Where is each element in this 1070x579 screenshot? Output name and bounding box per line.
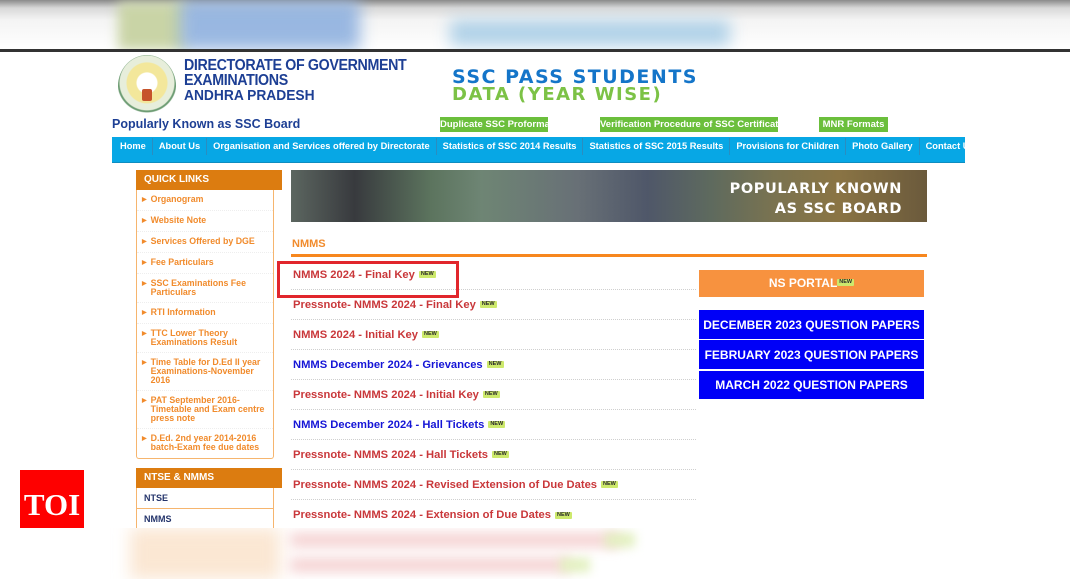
main-nav: Home About Us Organisation and Services …	[112, 137, 975, 163]
hero-banner: POPULARLY KNOWN AS SSC BOARD	[291, 170, 927, 222]
triangle-right-icon: ▶	[142, 260, 147, 266]
list-item: Pressnote- NMMS 2024 - Extension of Due …	[291, 500, 696, 530]
triangle-right-icon: ▶	[142, 310, 147, 316]
nmms-links-list: NMMS 2024 - Final Key NEW Pressnote- NMMS…	[291, 260, 696, 530]
quick-link-label: Website Note	[150, 215, 207, 225]
quick-link-label: Fee Particulars	[150, 257, 214, 267]
link-pressnote-hall-tickets[interactable]: Pressnote- NMMS 2024 - Hall Tickets	[293, 449, 488, 461]
nav-organisation-services[interactable]: Organisation and Services offered by Dir…	[207, 138, 437, 155]
link-pressnote-revised-extension[interactable]: Pressnote- NMMS 2024 - Revised Extension…	[293, 479, 597, 491]
quick-link-label: D.Ed. 2nd year 2014-2016 batch-Exam fee …	[150, 433, 260, 452]
quick-link-fee-particulars[interactable]: ▶ Fee Particulars	[137, 253, 273, 274]
triangle-right-icon: ▶	[142, 239, 147, 245]
quick-link-label: TTC Lower Theory Examinations Result	[150, 328, 238, 347]
hero-line2: AS SSC BOARD	[774, 201, 902, 217]
triangle-right-icon: ▶	[142, 436, 147, 442]
quick-link-label: Time Table for D.Ed II year Examinations…	[150, 357, 261, 385]
new-badge-icon: NEW	[479, 301, 497, 308]
link-nmms-grievances[interactable]: NMMS December 2024 - Grievances	[293, 359, 483, 371]
verification-procedure-button[interactable]: Verification Procedure of SSC Certificat…	[600, 117, 784, 132]
banner-line2: DATA (YEAR WISE)	[452, 84, 663, 105]
quick-link-label: RTI Information	[150, 307, 216, 317]
february-2023-question-papers-button[interactable]: FEBRUARY 2023 QUESTION PAPERS	[699, 340, 924, 369]
org-title-line1: DIRECTORATE OF GOVERNMENT	[184, 57, 407, 74]
triangle-right-icon: ▶	[142, 281, 147, 287]
list-item: Pressnote- NMMS 2024 - Hall Tickets NEW	[291, 440, 696, 470]
new-badge-icon: NEW	[488, 421, 506, 428]
ntse-nmms-title: NTSE & NMMS	[136, 468, 282, 488]
quick-link-label: PAT September 2016-Timetable and Exam ce…	[150, 395, 265, 423]
org-title: DIRECTORATE OF GOVERNMENT EXAMINATIONS A…	[184, 57, 407, 104]
quick-link-pat-2016[interactable]: ▶ PAT September 2016-Timetable and Exam c…	[137, 391, 273, 429]
new-badge-icon: NEW	[837, 279, 855, 286]
hero-line1: POPULARLY KNOWN	[729, 181, 902, 197]
government-emblem-logo	[118, 55, 176, 117]
nav-contact-us[interactable]: Contact Us	[920, 138, 981, 155]
quick-link-ded-timetable[interactable]: ▶ Time Table for D.Ed II year Examination…	[137, 353, 273, 391]
tagline: Popularly Known as SSC Board	[112, 117, 301, 131]
march-2022-question-papers-button[interactable]: MARCH 2022 QUESTION PAPERS	[699, 371, 924, 399]
mnr-formats-button[interactable]: MNR Formats	[819, 117, 888, 132]
nav-provisions-children[interactable]: Provisions for Children	[730, 138, 847, 155]
duplicate-ssc-proforma-button[interactable]: Duplicate SSC Proforma	[440, 117, 550, 132]
quick-links-list: ▶ Organogram ▶ Website Note ▶ Services Offe…	[136, 190, 274, 459]
blurred-bottom-strip	[0, 528, 1070, 579]
ssc-pass-students-banner[interactable]: SSC PASS STUDENTS DATA (YEAR WISE)	[452, 68, 698, 105]
link-pressnote-final-key[interactable]: Pressnote- NMMS 2024 - Final Key	[293, 299, 476, 311]
quick-link-organogram[interactable]: ▶ Organogram	[137, 190, 273, 211]
nav-statistics-2014[interactable]: Statistics of SSC 2014 Results	[437, 138, 584, 155]
section-divider	[291, 254, 927, 257]
triangle-right-icon: ▶	[142, 360, 147, 366]
triangle-right-icon: ▶	[142, 398, 147, 404]
hero-text: POPULARLY KNOWN AS SSC BOARD	[730, 179, 902, 219]
list-item: Pressnote- NMMS 2024 - Initial Key NEW	[291, 380, 696, 410]
new-badge-icon: NEW	[421, 331, 439, 338]
quick-link-rti[interactable]: ▶ RTI Information	[137, 303, 273, 324]
link-nmms-2024-initial-key[interactable]: NMMS 2024 - Initial Key	[293, 329, 418, 341]
ntse-nmms-list: NTSE NMMS	[136, 488, 274, 531]
list-item: NMMS 2024 - Initial Key NEW	[291, 320, 696, 350]
triangle-right-icon: ▶	[142, 218, 147, 224]
new-badge-icon: NEW	[486, 361, 504, 368]
new-badge-icon: NEW	[482, 391, 500, 398]
quick-link-label: SSC Examinations Fee Particulars	[150, 278, 246, 297]
highlight-box	[277, 261, 459, 298]
link-pressnote-initial-key[interactable]: Pressnote- NMMS 2024 - Initial Key	[293, 389, 479, 401]
link-nmms-hall-tickets[interactable]: NMMS December 2024 - Hall Tickets	[293, 419, 484, 431]
quick-link-ded-fee-dates[interactable]: ▶ D.Ed. 2nd year 2014-2016 batch-Exam fee…	[137, 429, 273, 458]
sidebar-item-nmms[interactable]: NMMS	[137, 509, 273, 530]
triangle-right-icon: ▶	[142, 197, 147, 203]
ntse-nmms-panel: NTSE & NMMS NTSE NMMS	[136, 468, 282, 531]
quick-link-label: Organogram	[150, 194, 204, 204]
list-item: Pressnote- NMMS 2024 - Revised Extension…	[291, 470, 696, 500]
nav-photo-gallery[interactable]: Photo Gallery	[846, 138, 920, 155]
link-pressnote-extension[interactable]: Pressnote- NMMS 2024 - Extension of Due …	[293, 509, 551, 521]
triangle-right-icon: ▶	[142, 331, 147, 337]
ns-portal-button[interactable]: NS PORTAL NEW	[699, 270, 924, 297]
quick-links-title: QUICK LINKS	[136, 170, 282, 190]
sidebar-item-ntse[interactable]: NTSE	[137, 488, 273, 509]
quick-link-ttc-result[interactable]: ▶ TTC Lower Theory Examinations Result	[137, 324, 273, 353]
quick-link-label: Services Offered by DGE	[150, 236, 255, 246]
org-title-line2: EXAMINATIONS	[184, 72, 288, 89]
org-title-line3: ANDHRA PRADESH	[184, 87, 315, 104]
nav-statistics-2015[interactable]: Statistics of SSC 2015 Results	[583, 138, 731, 155]
divider-line	[0, 49, 1070, 52]
quick-link-ssc-exam-fee[interactable]: ▶ SSC Examinations Fee Particulars	[137, 274, 273, 303]
blurred-top-strip	[0, 0, 1070, 50]
ns-portal-label: NS PORTAL	[768, 276, 838, 290]
nav-home[interactable]: Home	[112, 138, 153, 155]
list-item: NMMS December 2024 - Hall Tickets NEW	[291, 410, 696, 440]
list-item: NMMS December 2024 - Grievances NEW	[291, 350, 696, 380]
quick-links-panel: QUICK LINKS ▶ Organogram ▶ Website Note ▶ S…	[136, 170, 282, 459]
new-badge-icon: NEW	[492, 451, 509, 458]
quick-link-services-dge[interactable]: ▶ Services Offered by DGE	[137, 232, 273, 253]
december-2023-question-papers-button[interactable]: DECEMBER 2023 QUESTION PAPERS	[699, 310, 924, 339]
nav-about-us[interactable]: About Us	[153, 138, 208, 155]
quick-link-website-note[interactable]: ▶ Website Note	[137, 211, 273, 232]
new-badge-icon: NEW	[601, 481, 618, 488]
page: DIRECTORATE OF GOVERNMENT EXAMINATIONS A…	[0, 0, 1070, 579]
section-title: NMMS	[292, 238, 326, 250]
new-badge-icon: NEW	[555, 511, 572, 519]
